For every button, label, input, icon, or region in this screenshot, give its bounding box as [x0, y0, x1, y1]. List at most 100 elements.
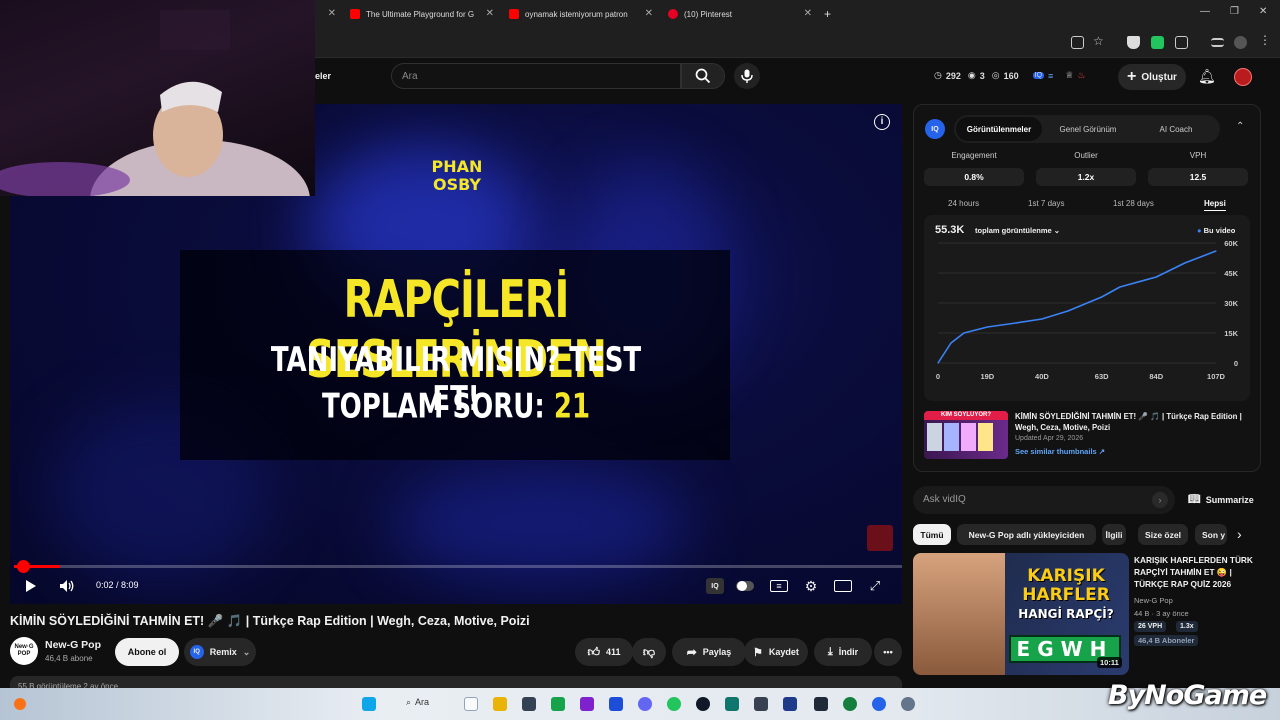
minimize-icon[interactable]: — — [1200, 6, 1210, 17]
total-views-dropdown[interactable]: toplam görüntülenme ⌄ — [975, 226, 1060, 235]
weather-icon[interactable] — [14, 698, 26, 710]
ask-send-icon[interactable]: › — [1152, 492, 1168, 508]
x-tick-label: 107D — [1207, 372, 1226, 381]
remix-button[interactable]: IQ Remix ⌄ — [184, 638, 256, 666]
task-view-icon[interactable] — [464, 697, 478, 711]
close-tab-icon[interactable]: ✕ — [486, 8, 494, 19]
chevron-right-icon[interactable]: › — [1237, 526, 1242, 542]
vidiq-header-icon[interactable]: IQ — [1032, 72, 1045, 79]
play-button[interactable] — [22, 578, 40, 594]
list-icon[interactable]: ≡ — [1048, 71, 1053, 81]
logo-line-2: OSBY — [432, 175, 482, 194]
channel-name[interactable]: New-G Pop — [45, 639, 101, 651]
browser-tab[interactable]: oynamak istemiyorum patron ✕ — [509, 4, 653, 24]
shield-extension-icon[interactable] — [1127, 36, 1140, 49]
chrome-icon[interactable] — [667, 697, 681, 711]
y-tick-label: 0 — [1234, 359, 1238, 368]
channel-watermark[interactable] — [867, 525, 893, 551]
recommended-channel[interactable]: New-G Pop — [1134, 596, 1173, 605]
epic-games-icon[interactable] — [814, 697, 828, 711]
range-24h[interactable]: 24 hours — [948, 199, 979, 208]
subscribe-button[interactable]: Abone ol — [115, 638, 179, 666]
search-input[interactable]: Ara — [391, 63, 681, 89]
notifications-bell-icon[interactable]: 🔔︎ — [1198, 68, 1216, 85]
app-icon-3[interactable] — [901, 697, 915, 711]
more-actions-button[interactable]: ••• — [874, 638, 902, 666]
scrubber-handle[interactable] — [17, 560, 30, 573]
search-button[interactable] — [681, 63, 725, 89]
range-28d[interactable]: 1st 28 days — [1113, 199, 1154, 208]
app-icon[interactable] — [754, 697, 768, 711]
word-icon[interactable] — [609, 697, 623, 711]
related-title[interactable]: KİMİN SÖYLEDİĞİNİ TAHMİN ET! 🎤 🎵 | Türkç… — [1015, 411, 1255, 433]
share-button[interactable]: ➦ Paylaş — [672, 638, 746, 666]
calculator-icon[interactable] — [725, 697, 739, 711]
summarize-button[interactable]: 📖︎ Summarize — [1188, 494, 1254, 505]
profile-avatar[interactable] — [1234, 36, 1247, 49]
ask-vidiq-input[interactable]: Ask vidIQ — [913, 486, 1175, 514]
video-progress-bar[interactable] — [14, 560, 902, 573]
new-tab-button[interactable]: + — [824, 4, 836, 24]
file-explorer-icon[interactable] — [493, 697, 507, 711]
chip-recent[interactable]: Son y — [1195, 524, 1227, 545]
chip-all[interactable]: Tümü — [913, 524, 951, 545]
install-app-icon[interactable] — [1071, 36, 1084, 49]
range-7d[interactable]: 1st 7 days — [1028, 199, 1064, 208]
related-thumbnail[interactable]: KİM SÖYLÜYOR? — [924, 411, 1008, 459]
like-button[interactable]: 👍︎ 411 — [575, 638, 633, 666]
recommended-thumbnail[interactable]: KARIŞIK HARFLER HANGİ RAPÇİ? EGWH 10:11 — [913, 553, 1129, 675]
obs-icon[interactable] — [696, 697, 710, 711]
account-avatar[interactable] — [1234, 68, 1252, 86]
range-all[interactable]: Hepsi — [1204, 199, 1226, 211]
excel-icon[interactable] — [551, 697, 565, 711]
taskbar-search[interactable]: ⌕ Ara — [406, 697, 429, 708]
trophy-icon[interactable]: ♕ — [1065, 70, 1073, 81]
subtitles-icon[interactable]: ≡ — [770, 580, 788, 592]
extensions-puzzle-icon[interactable] — [1175, 36, 1188, 49]
create-button[interactable]: + Oluştur — [1118, 64, 1186, 90]
channel-avatar[interactable]: New·G POP — [10, 637, 38, 665]
settings-gear-icon[interactable]: ⚙ — [802, 578, 820, 594]
store-icon[interactable] — [522, 697, 536, 711]
voice-search-button[interactable] — [734, 63, 760, 89]
browser-tab[interactable]: (10) Pinterest ✕ — [668, 4, 812, 24]
steam-icon[interactable] — [783, 697, 797, 711]
download-button[interactable]: ⤓ İndir — [814, 638, 872, 666]
bynogame-watermark: ByNoGame — [1108, 680, 1267, 711]
media-control-icon[interactable] — [1211, 38, 1224, 47]
vidiq-player-icon[interactable]: IQ — [706, 578, 724, 594]
green-extension-icon[interactable] — [1151, 36, 1164, 49]
volume-button[interactable] — [58, 578, 76, 594]
app-icon-2[interactable] — [872, 697, 886, 711]
collapse-chevron-icon[interactable]: ⌃ — [1236, 121, 1244, 132]
restore-icon[interactable]: ❐ — [1230, 6, 1239, 17]
theater-mode-icon[interactable] — [834, 580, 852, 592]
chip-for-you[interactable]: Size özel — [1138, 524, 1188, 545]
browser-menu-icon[interactable]: ⋮ — [1259, 33, 1272, 47]
close-window-icon[interactable]: ✕ — [1259, 6, 1267, 17]
autoplay-toggle[interactable] — [736, 578, 754, 594]
chip-related[interactable]: İlgili — [1102, 524, 1126, 545]
xbox-icon[interactable] — [843, 697, 857, 711]
fullscreen-icon[interactable]: ⤢ — [866, 578, 884, 594]
bookmark-star-icon[interactable]: ☆ — [1093, 34, 1106, 48]
similar-thumbnails-link[interactable]: See similar thumbnails ↗ — [1015, 447, 1105, 456]
tab-overview[interactable]: Genel Görünüm — [1046, 117, 1130, 141]
dislike-button[interactable]: 👎︎ — [632, 638, 666, 666]
thumb-line-1: KARIŞIK — [1027, 566, 1105, 586]
save-button[interactable]: ⚑ Kaydet — [744, 638, 808, 666]
tab-views[interactable]: Görüntülenmeler — [956, 117, 1042, 141]
alert-icon[interactable]: ♨ — [1077, 70, 1085, 81]
close-tab-icon[interactable]: ✕ — [645, 8, 653, 19]
browser-tab[interactable]: The Ultimate Playground for G ✕ — [350, 4, 494, 24]
onenote-icon[interactable] — [580, 697, 594, 711]
close-tab-icon[interactable]: ✕ — [328, 8, 336, 19]
recommended-video[interactable]: KARIŞIK HARFLER HANGİ RAPÇİ? EGWH 10:11 … — [913, 553, 1253, 675]
windows-start-icon[interactable] — [362, 697, 376, 711]
tab-ai-coach[interactable]: AI Coach — [1134, 117, 1218, 141]
info-icon[interactable]: i — [874, 114, 890, 130]
close-tab-icon[interactable]: ✕ — [804, 8, 812, 19]
recommended-title[interactable]: KARIŞIK HARFLERDEN TÜRK RAPÇİYİ TAHMİN E… — [1134, 554, 1253, 590]
discord-icon[interactable] — [638, 697, 652, 711]
chip-from-uploader[interactable]: New-G Pop adlı yükleyiciden — [957, 524, 1096, 545]
